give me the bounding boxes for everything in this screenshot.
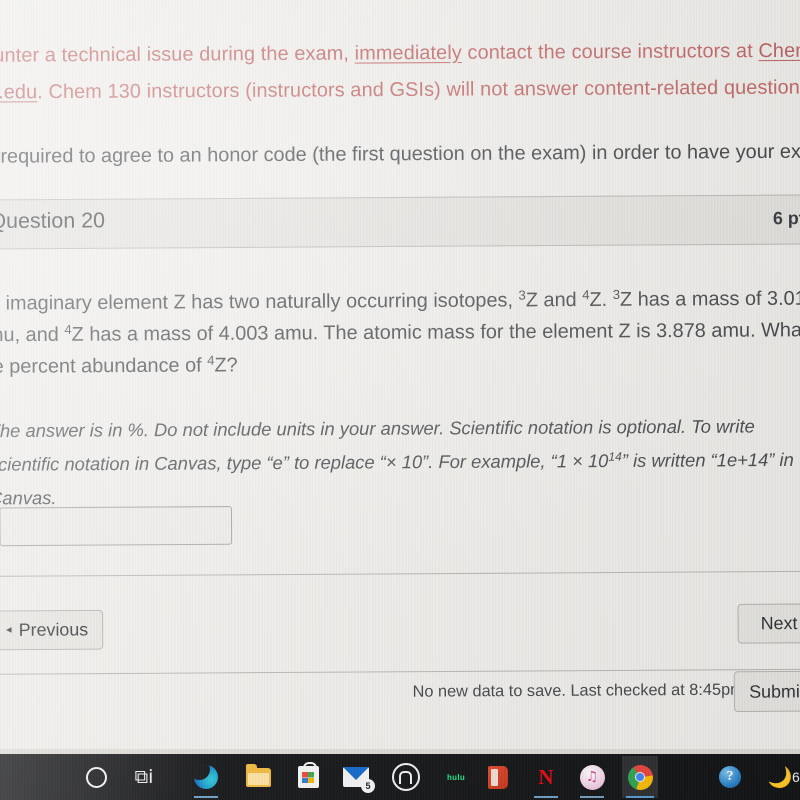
hulu-icon: hulu: [446, 772, 466, 782]
taskbar-task-view-button[interactable]: ⧉i: [126, 760, 162, 794]
question-z-5: Z?: [214, 354, 238, 377]
taskbar-cortana-button[interactable]: [78, 760, 114, 794]
taskbar-microsoft-store-button[interactable]: [290, 760, 326, 794]
taskbar-hulu-button[interactable]: hulu: [438, 760, 474, 794]
file-explorer-icon: [245, 763, 271, 787]
question-z-2: Z.: [589, 288, 613, 312]
question-z-4: Z has a mass of 4.003 amu. The atomic ma…: [0, 318, 800, 379]
task-view-icon: ⧉i: [134, 765, 154, 788]
notice-line1-pre: counter a technical issue during the exa…: [0, 42, 355, 67]
question-points: 6 pts: [772, 207, 800, 229]
notice-line1-mid: contact the course instructors at: [461, 39, 759, 64]
mail-icon: 5: [343, 767, 375, 793]
next-button-label: Next: [760, 612, 798, 634]
taskbar-chrome-button[interactable]: [622, 756, 658, 798]
google-chrome-icon: [627, 764, 653, 790]
submit-quiz-button[interactable]: Submit Q: [733, 670, 800, 713]
taskbar-file-explorer-button[interactable]: [240, 760, 276, 794]
save-status-text: No new data to save. Last checked at 8:4…: [412, 681, 744, 701]
itunes-icon: ♫: [579, 764, 605, 790]
taskbar-mail-button[interactable]: 5: [338, 760, 375, 794]
dome-app-icon: [392, 763, 420, 791]
tray-clock[interactable]: 6: [792, 769, 800, 785]
notice-line2-rest: . Chem 130 instructors (instructors and …: [37, 75, 800, 104]
previous-button-label: Previous: [18, 619, 89, 640]
notice-email-link-2[interactable]: ich.edu: [0, 81, 37, 104]
mail-unread-badge: 5: [361, 779, 375, 793]
canvas-quiz-page: counter a technical issue during the exa…: [0, 0, 800, 764]
answer-format-hint: The answer is in %. Do not include units…: [0, 410, 800, 516]
microsoft-store-icon: [297, 762, 319, 788]
answer-input[interactable]: [0, 506, 233, 547]
isotope-3-superscript-b: 3: [612, 286, 621, 303]
previous-question-button[interactable]: ◂ Previous: [0, 609, 104, 651]
notice-line-1: counter a technical issue during the exa…: [0, 32, 800, 74]
photographed-screen: counter a technical issue during the exa…: [0, 0, 800, 800]
chevron-left-icon: ◂: [5, 623, 12, 636]
notice-immediately-emphasis: immediately: [354, 41, 462, 65]
taskbar-edge-button[interactable]: [188, 760, 224, 798]
answer-section-divider: [0, 570, 800, 577]
isotope-4-superscript-c: 4: [207, 352, 215, 368]
taskbar-office-button[interactable]: [480, 760, 516, 794]
question-title: Question 20: [0, 208, 106, 234]
windows-taskbar: ⧉i 5 hulu N ♫ ? 🌙 6: [0, 749, 800, 800]
navigation-section-divider: [0, 668, 800, 675]
technical-issue-notice: counter a technical issue during the exa…: [0, 32, 800, 111]
moon-icon: 🌙: [767, 765, 793, 789]
help-question-icon: ?: [719, 766, 741, 788]
honor-code-instruction: be required to agree to an honor code (t…: [0, 140, 800, 168]
cortana-icon: [85, 766, 107, 788]
notice-line-2: ich.edu. Chem 130 instructors (instructo…: [0, 69, 800, 111]
notice-email-link-1[interactable]: Chem130: [758, 39, 800, 62]
question-part-1: An imaginary element Z has two naturally…: [0, 289, 519, 315]
taskbar-itunes-button[interactable]: ♫: [574, 760, 610, 798]
isotope-4-superscript-a: 4: [582, 286, 590, 303]
tray-help-button[interactable]: ?: [712, 760, 748, 794]
taskbar-netflix-button[interactable]: N: [528, 760, 564, 798]
microsoft-office-icon: [488, 765, 508, 789]
submit-button-label: Submit Q: [749, 680, 800, 702]
isotope-4-superscript-b: 4: [64, 321, 72, 338]
microsoft-edge-icon: [194, 765, 218, 789]
taskbar-dome-app-button[interactable]: [388, 760, 424, 794]
question-body-text: An imaginary element Z has two naturally…: [0, 283, 800, 383]
question-z-1: Z and: [525, 288, 583, 312]
question-header-bar: Question 20 6 pts: [0, 194, 800, 250]
next-question-button[interactable]: Next ▸: [737, 603, 800, 644]
netflix-icon: N: [538, 764, 554, 789]
hint-exponent-superscript: 14: [608, 449, 622, 464]
